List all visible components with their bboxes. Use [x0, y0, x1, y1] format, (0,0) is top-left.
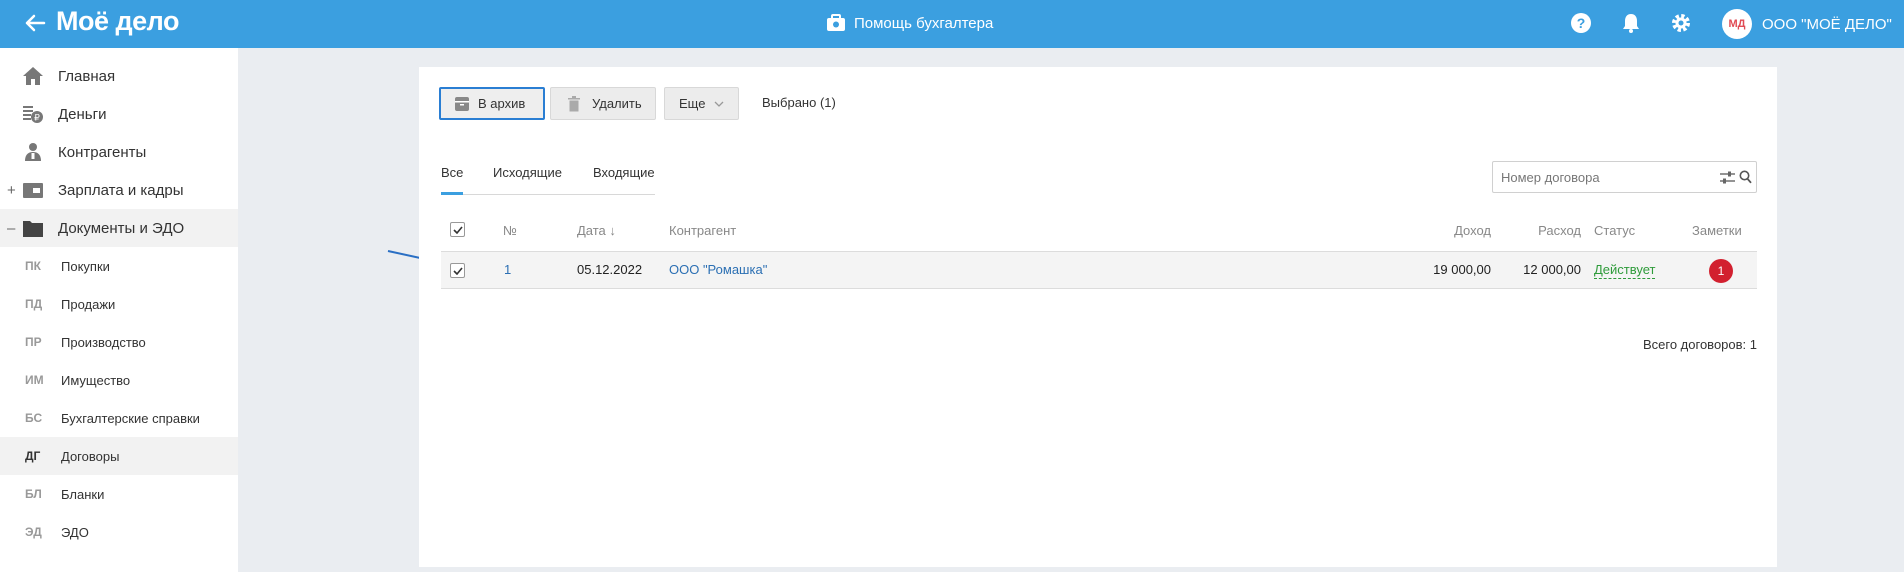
more-dropdown-label: Еще	[679, 96, 706, 111]
chevron-down-icon	[714, 101, 724, 107]
sidebar-item-contractors[interactable]: Контрагенты	[0, 133, 238, 171]
logo[interactable]: Моё дело	[56, 6, 179, 37]
more-dropdown[interactable]: Еще	[664, 87, 739, 120]
subitem-label: Договоры	[61, 448, 120, 464]
column-number[interactable]: №	[503, 223, 517, 238]
sidebar-subitem-sales[interactable]: ПД Продажи	[0, 285, 238, 323]
avatar: МД	[1722, 9, 1752, 39]
column-notes[interactable]: Заметки	[1692, 223, 1742, 238]
folder-icon	[23, 221, 43, 237]
sidebar-item-salary[interactable]: + Зарплата и кадры	[0, 171, 238, 209]
contracts-panel: В архив Удалить Еще Выбрано (1) Все Исхо…	[419, 67, 1777, 567]
archive-box-icon	[455, 96, 469, 111]
top-bar: Моё дело Помощь бухгалтера ? МД ООО "МОЁ…	[0, 0, 1904, 48]
checkmark-icon	[452, 266, 463, 275]
money-icon: ₽	[23, 106, 43, 123]
expand-icon[interactable]: +	[7, 182, 16, 199]
search-icon[interactable]	[1739, 170, 1752, 184]
delete-button[interactable]: Удалить	[550, 87, 656, 120]
subitem-label: Бухгалтерские справки	[61, 410, 200, 426]
total-contracts: Всего договоров: 1	[1642, 337, 1757, 352]
subitem-code: ПК	[25, 259, 41, 273]
subitem-code: БЛ	[25, 487, 42, 501]
contract-search	[1492, 161, 1757, 193]
collapse-icon[interactable]: –	[7, 220, 15, 237]
svg-text:?: ?	[1577, 15, 1586, 31]
row-expense: 12 000,00	[1523, 262, 1581, 277]
organization-menu[interactable]: МД ООО "МОЁ ДЕЛО"	[1722, 9, 1892, 39]
sidebar-subitem-property[interactable]: ИМ Имущество	[0, 361, 238, 399]
subitem-label: Покупки	[61, 258, 110, 274]
sidebar-item-label: Зарплата и кадры	[58, 181, 184, 199]
organization-name: ООО "МОЁ ДЕЛО"	[1762, 15, 1892, 33]
sidebar-item-label: Главная	[58, 67, 116, 85]
select-all-checkbox[interactable]	[450, 222, 465, 237]
selected-count: Выбрано (1)	[762, 95, 836, 110]
sidebar-item-label: Деньги	[58, 105, 107, 123]
sidebar-subitem-edo[interactable]: ЭД ЭДО	[0, 513, 238, 551]
row-income: 19 000,00	[1433, 262, 1491, 277]
notifications-bell-icon[interactable]	[1620, 12, 1642, 34]
row-date: 05.12.2022	[577, 262, 643, 277]
back-arrow-icon[interactable]	[20, 8, 50, 38]
tab-all[interactable]: Все	[441, 165, 463, 180]
row-contractor-link[interactable]: ООО "Ромашка"	[669, 262, 767, 277]
row-number-link[interactable]: 1	[504, 262, 511, 277]
settings-gear-icon[interactable]	[1670, 12, 1692, 34]
subitem-code: БС	[25, 411, 43, 425]
filter-sliders-icon[interactable]	[1720, 171, 1735, 184]
salary-icon	[23, 183, 43, 198]
notes-count-badge[interactable]: 1	[1709, 259, 1733, 283]
tab-incoming[interactable]: Входящие	[593, 165, 655, 180]
sidebar-item-home[interactable]: Главная	[0, 57, 238, 95]
subitem-code: ИМ	[25, 373, 44, 387]
home-icon	[23, 67, 43, 85]
sidebar-subitem-purchases[interactable]: ПК Покупки	[0, 247, 238, 285]
contractors-icon	[25, 143, 41, 161]
column-expense[interactable]: Расход	[1538, 223, 1581, 238]
subitem-code: ДГ	[25, 449, 41, 463]
sidebar-subitem-accounting-notes[interactable]: БС Бухгалтерские справки	[0, 399, 238, 437]
archive-button[interactable]: В архив	[439, 87, 545, 120]
trash-icon	[568, 95, 580, 111]
sidebar-subitem-forms[interactable]: БЛ Бланки	[0, 475, 238, 513]
subitem-label: ЭДО	[61, 524, 89, 540]
checkmark-icon	[452, 225, 463, 234]
accountant-help-button[interactable]: Помощь бухгалтера	[826, 10, 993, 36]
subitem-label: Бланки	[61, 486, 105, 502]
accountant-help-label: Помощь бухгалтера	[854, 14, 994, 32]
direction-tabs: Все Исходящие Входящие	[441, 165, 655, 195]
sidebar-item-money[interactable]: ₽ Деньги	[0, 95, 238, 133]
briefcase-icon	[827, 14, 845, 31]
contract-number-search-input[interactable]	[1501, 168, 1701, 186]
column-date[interactable]: Дата ↓	[577, 223, 616, 238]
subitem-code: ПД	[25, 297, 43, 311]
subitem-code: ЭД	[25, 525, 42, 539]
sidebar-subitem-contracts[interactable]: ДГ Договоры	[0, 437, 238, 475]
column-income[interactable]: Доход	[1454, 223, 1491, 238]
tab-outgoing[interactable]: Исходящие	[493, 165, 562, 180]
row-status[interactable]: Действует	[1594, 262, 1656, 279]
row-checkbox[interactable]	[450, 263, 465, 278]
archive-button-label: В архив	[478, 96, 526, 111]
sidebar: Главная ₽ Деньги Контрагенты + Зарплата …	[0, 48, 238, 572]
svg-text:₽: ₽	[34, 113, 40, 123]
column-status[interactable]: Статус	[1594, 223, 1635, 238]
subitem-label: Производство	[61, 334, 146, 350]
subitem-label: Продажи	[61, 296, 116, 312]
subitem-code: ПР	[25, 335, 42, 349]
sidebar-subitem-production[interactable]: ПР Производство	[0, 323, 238, 361]
sidebar-item-label: Контрагенты	[58, 143, 147, 161]
sidebar-item-documents[interactable]: – Документы и ЭДО	[0, 209, 238, 247]
active-tab-indicator	[441, 192, 463, 195]
help-icon[interactable]: ?	[1570, 12, 1592, 34]
subitem-label: Имущество	[61, 372, 131, 388]
sidebar-item-label: Документы и ЭДО	[58, 219, 185, 237]
column-contractor[interactable]: Контрагент	[669, 223, 736, 238]
delete-button-label: Удалить	[592, 96, 642, 111]
